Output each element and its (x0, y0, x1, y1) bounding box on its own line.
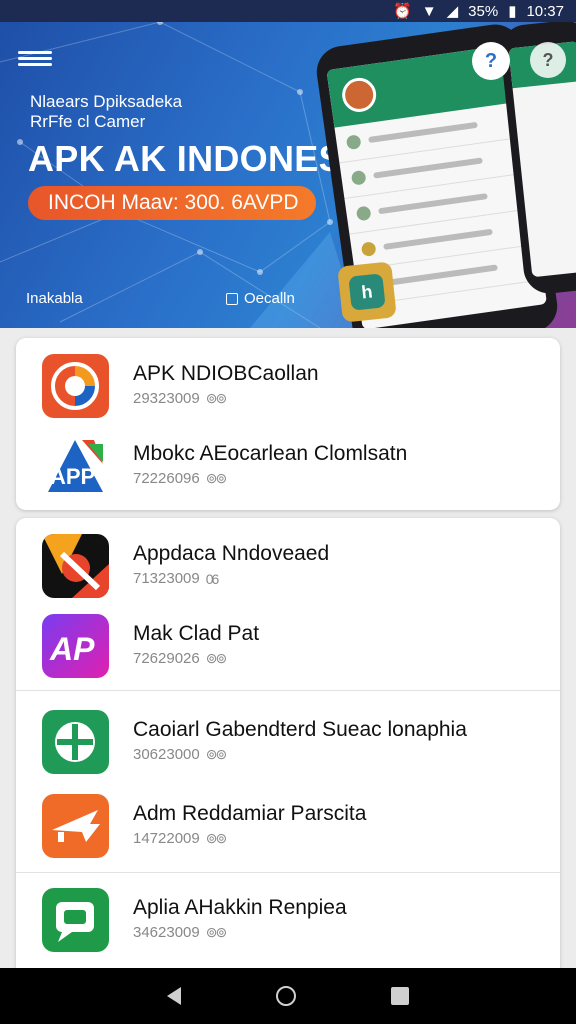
app-name: Appdaca Nndoveaed (133, 542, 330, 565)
chat-icon (42, 888, 109, 952)
svg-text:APP: APP (50, 464, 95, 489)
app-meta: 71323009 06 (133, 570, 220, 587)
list-item[interactable]: APK NDIOBCaollan 29323009 ⊚⊚ (16, 340, 560, 420)
download-icon: ⊚⊚ (205, 746, 228, 762)
download-icon: ⊚⊚ (205, 924, 228, 940)
app-name: Mbokc AEocarlean Clomlsatn (133, 442, 408, 465)
promo-button[interactable]: INCOH Maav: 300. 6AVPD (28, 186, 316, 220)
divider (16, 872, 560, 873)
recent-apps-icon[interactable] (390, 987, 409, 1005)
app-tile-icon: h (337, 261, 397, 323)
app-meta: 34623009 ⊚⊚ (133, 924, 228, 941)
signal-icon: ◢ (446, 3, 459, 20)
app-meta: 72226096 ⊚⊚ (133, 470, 228, 487)
divider (16, 690, 560, 691)
list-item[interactable]: Appdaca Nndoveaed 71323009 06 (16, 520, 560, 600)
home-icon[interactable] (275, 986, 296, 1006)
list-item[interactable]: Aplia AHakkin Renpiea 34623009 ⊚⊚ (16, 874, 560, 954)
camera-lens-icon (42, 354, 109, 418)
banner-link-left[interactable]: Inakabla (26, 290, 83, 307)
app-name: Mak Clad Pat (133, 622, 260, 645)
alarm-icon: ⏰ (393, 3, 412, 20)
help-button-secondary[interactable]: ? (530, 42, 566, 78)
battery-percent: 35% (468, 2, 499, 20)
airplane-icon (42, 794, 109, 858)
banner-subtitle-1: Nlaears Dpiksadeka (30, 92, 183, 111)
wifi-icon: ▼ (421, 2, 437, 20)
banner-link-right[interactable]: Oecalln (226, 290, 295, 307)
download-icon: ⊚⊚ (205, 390, 228, 406)
svg-text:AP: AP (49, 631, 95, 667)
download-icon: ⊚⊚ (205, 650, 228, 666)
promo-banner[interactable]: Nlaears Dpiksadeka RrFfe cl Camer APK AK… (0, 22, 576, 328)
download-icon: ⊚⊚ (205, 470, 228, 486)
app-list-card: APK NDIOBCaollan 29323009 ⊚⊚ APP Mbokc AE… (16, 338, 560, 510)
list-item[interactable]: Adm Reddamiar Parscita 14722009 ⊚⊚ (16, 780, 560, 860)
status-bar: ⏰ ▼ ◢ 35% ▮ 10:37 (0, 0, 576, 22)
app-name: Aplia AHakkin Renpiea (133, 896, 347, 919)
app-meta: 14722009 ⊚⊚ (133, 830, 228, 847)
apk-logo-icon: APP (42, 434, 109, 498)
download-icon: ⊚⊚ (205, 830, 228, 846)
list-item[interactable]: AP Mak Clad Pat 72629026 ⊚⊚ (16, 600, 560, 680)
app-meta: 30623000 ⊚⊚ (133, 746, 228, 763)
back-icon[interactable] (167, 987, 182, 1005)
help-button[interactable]: ? (472, 42, 510, 80)
ap-logo-icon: AP (42, 614, 109, 678)
banner-subtitle-2: RrFfe cl Camer (30, 112, 146, 131)
download-icon: 06 (205, 570, 220, 587)
menu-button[interactable] (18, 48, 52, 70)
banner-link-right-label: Oecalln (244, 290, 295, 307)
app-meta: 72629026 ⊚⊚ (133, 650, 228, 667)
clock: 10:37 (526, 2, 564, 20)
app-meta: 29323009 ⊚⊚ (133, 390, 228, 407)
banner-headline: APK AK INDONESA (28, 138, 370, 179)
app-name: APK NDIOBCaollan (133, 362, 319, 385)
brush-icon (42, 534, 109, 598)
square-icon (226, 292, 238, 305)
app-name: Adm Reddamiar Parscita (133, 802, 367, 825)
app-name: Caoiarl Gabendterd Sueac lonaphia (133, 718, 467, 741)
switch-icon (42, 710, 109, 774)
list-item[interactable]: Caoiarl Gabendterd Sueac lonaphia 306230… (16, 696, 560, 776)
app-list-card: Appdaca Nndoveaed 71323009 06 AP Mak Clad… (16, 518, 560, 988)
list-item[interactable]: APP Mbokc AEocarlean Clomlsatn 72226096 ⊚… (16, 420, 560, 500)
battery-icon: ▮ (508, 3, 517, 20)
system-nav-bar (0, 968, 576, 1024)
